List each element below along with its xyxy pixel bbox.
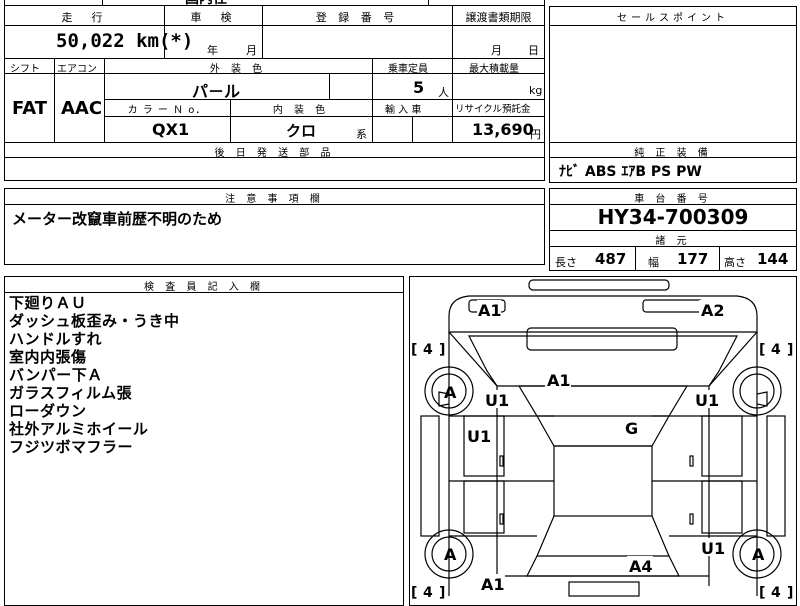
svg-text:]: ] (439, 342, 445, 358)
svg-text:]: ] (787, 342, 793, 358)
mark-front-right: A2 (701, 301, 725, 320)
interior-color-value: クロ (286, 122, 317, 140)
inspection-label: 車 検 (190, 11, 236, 24)
inspector-item: ダッシュ板歪み・うき中 (9, 312, 180, 330)
svg-text:]: ] (439, 585, 445, 600)
transfer-day-unit: 日 (528, 44, 539, 57)
max-load-label: 最大積載量 (469, 64, 519, 75)
recycle-deposit-value: 13,690 (472, 120, 534, 139)
inspector-item: 社外アルミホイール (9, 420, 149, 438)
exterior-color-label: 外 装 色 (209, 64, 267, 75)
color-no-label: カ ラ ー Ｎ o． (127, 105, 207, 116)
mark-hood: A1 (547, 371, 571, 390)
ac-label: エアコン (57, 64, 97, 75)
capacity-unit: 人 (438, 86, 449, 99)
inspector-item: ガラスフィルム張 (9, 384, 133, 402)
equipment-value: ﾅﾋﾞ ABS ｴｱB PS PW (559, 164, 702, 180)
inspection-month-unit: 月 (246, 44, 257, 57)
mark-trunk: A4 (629, 557, 653, 576)
mark-rear-left: A1 (481, 575, 505, 594)
import-label: 輸 入 車 (385, 105, 422, 116)
inspector-item: フジツボマフラー (9, 438, 134, 456)
height-label: 高さ (724, 256, 746, 269)
svg-text:[: [ (759, 585, 765, 600)
interior-color-unit: 系 (356, 128, 367, 141)
inspector-item: バンパー下Ａ (9, 366, 103, 384)
shipping-parts-label: 後 日 発 送 部 品 (214, 148, 335, 159)
notes-value: メーター改竄車前歴不明のため (12, 210, 223, 228)
width-value: 177 (677, 250, 709, 268)
inspection-year-unit: 年 (207, 44, 218, 57)
inspector-item: ローダウン (9, 402, 87, 420)
tire-mark-fr: 4 (771, 342, 781, 358)
inspector-item: 室内内張傷 (9, 348, 87, 366)
specs-label: 諸 元 (655, 236, 691, 247)
chassis-label: 車 台 番 号 (634, 194, 712, 205)
height-value: 144 (757, 250, 789, 268)
color-no-value: QX1 (152, 120, 190, 139)
mark-right-fender: U1 (695, 391, 719, 410)
mark-roof: G (625, 419, 638, 438)
mark-front-left: A1 (478, 301, 502, 320)
svg-text:[: [ (759, 342, 765, 358)
length-value: 487 (595, 250, 627, 268)
inspector-notes-list: 下廻りＡＵ ダッシュ板歪み・うき中 ハンドルすれ 室内内張傷 バンパー下Ａ ガラ… (9, 294, 180, 456)
recycle-deposit-unit: 円 (530, 128, 541, 141)
chassis-number: HY34-700309 (597, 205, 749, 229)
svg-text:[: [ (411, 585, 417, 600)
capacity-value: 5 (413, 78, 425, 97)
car-diagram: [ 4 ] [ 4 ] [ 4 ] [ 4 ] A1 A2 A1 U1 U1 U… (411, 279, 793, 600)
inspector-item: ハンドルすれ (9, 330, 103, 348)
mark-left-fender: U1 (485, 391, 509, 410)
svg-text:[: [ (411, 342, 417, 358)
inspector-label: 検 査 員 記 入 欄 (144, 282, 264, 293)
mark-left-front-door: U1 (467, 427, 491, 446)
notes-label: 注 意 事 項 欄 (225, 194, 324, 205)
tire-mark-rl: 4 (423, 585, 433, 600)
load-unit: kg (529, 84, 543, 97)
transfer-deadline-label: 譲渡書類期限 (465, 11, 532, 24)
shift-label: シフト (10, 64, 40, 75)
mileage-value: 50,022 km(*) (56, 30, 194, 52)
inspector-item: 下廻りＡＵ (9, 294, 87, 312)
transfer-month-unit: 月 (491, 44, 502, 57)
mark-wheel-rr: A (752, 545, 765, 564)
mileage-label: 走 行 (61, 11, 107, 24)
length-label: 長さ (555, 256, 577, 269)
sales-point-label: セールスポイント (617, 13, 729, 24)
mark-right-rear: U1 (701, 539, 725, 558)
registration-label: 登 録 番 号 (315, 11, 399, 24)
top-partial-text: 国内仕 (185, 0, 227, 8)
mark-wheel-fl: A (444, 383, 457, 402)
capacity-label: 乗車定員 (388, 64, 428, 75)
width-label: 幅 (648, 256, 659, 269)
mark-wheel-rl: A (444, 545, 457, 564)
shift-value: FAT (12, 98, 48, 119)
recycle-deposit-label: リサイクル預託金 (455, 104, 531, 115)
svg-text:]: ] (787, 585, 793, 600)
ac-value: AAC (61, 98, 103, 119)
equipment-label: 純 正 装 備 (634, 148, 712, 159)
interior-color-label: 内 装 色 (272, 105, 330, 116)
tire-mark-rr: 4 (771, 585, 781, 600)
tire-mark-fl: 4 (423, 342, 433, 358)
